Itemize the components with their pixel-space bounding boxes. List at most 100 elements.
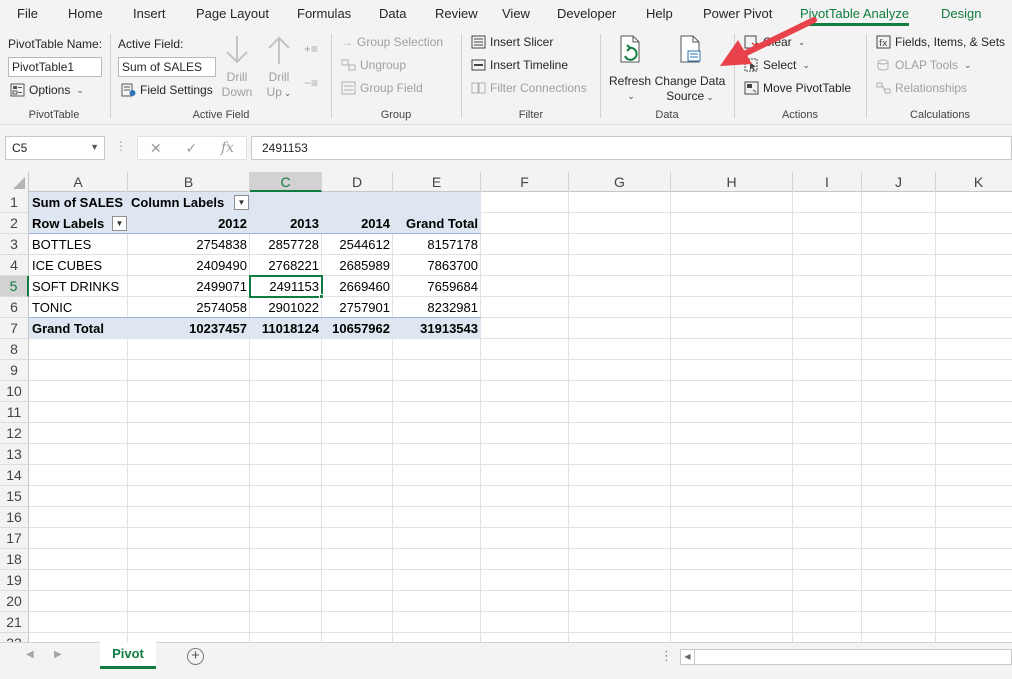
active-field-input[interactable]: Sum of SALES [118, 57, 216, 77]
row-header-11[interactable]: 11 [0, 402, 29, 423]
enter-icon[interactable]: ✓ [185, 140, 197, 157]
sheet-tab-pivot[interactable]: Pivot [100, 642, 156, 669]
pivot-value-cell[interactable]: 2754838 [128, 234, 250, 255]
row-header-19[interactable]: 19 [0, 570, 29, 591]
formula-input[interactable]: 2491153 [251, 136, 1012, 160]
next-sheet-icon[interactable]: ▶ [54, 649, 62, 660]
collapse-field-icon[interactable]: −≡ [304, 76, 318, 90]
row-header-15[interactable]: 15 [0, 486, 29, 507]
worksheet-grid[interactable]: ABCDEFGHIJK 1 2 3 4 5 6 7 8 9 10 11 12 13 14 15 16 17 18 1… [0, 172, 1012, 642]
relationships-button[interactable]: Relationships [876, 81, 967, 95]
group-field-button[interactable]: Group Field [341, 81, 423, 95]
pivot-grand-total-header[interactable]: Grand Total [393, 213, 481, 234]
pivot-row-label[interactable]: BOTTLES [29, 234, 128, 255]
chevron-down-icon[interactable]: ▼ [90, 142, 99, 152]
column-labels-filter-dropdown[interactable]: ▼ [234, 195, 249, 210]
field-settings-button[interactable]: Field Settings [121, 83, 213, 97]
insert-slicer-button[interactable]: Insert Slicer [471, 35, 553, 49]
pivot-value-cell[interactable]: 2768221 [250, 255, 322, 276]
row-header-18[interactable]: 18 [0, 549, 29, 570]
row-header-8[interactable]: 8 [0, 339, 29, 360]
pivot-row-total-cell[interactable]: 7863700 [393, 255, 481, 276]
pivot-row-total-cell[interactable]: 8232981 [393, 297, 481, 318]
pivot-row-label[interactable]: SOFT DRINKS [29, 276, 128, 297]
row-header-20[interactable]: 20 [0, 591, 29, 612]
select-button[interactable]: Select ⌄ [744, 58, 810, 72]
pivot-value-cell[interactable]: 2574058 [128, 297, 250, 318]
tab-splitter-icon[interactable]: ⋮ [660, 648, 673, 664]
row-header-7[interactable]: 7 [0, 318, 29, 339]
tab-formulas[interactable]: Formulas [297, 6, 351, 21]
pivot-value-cell[interactable]: 2544612 [322, 234, 393, 255]
vertical-dots-icon[interactable]: ⋮ [115, 139, 127, 153]
drill-up-button[interactable]: Drill Up ⌄ [262, 34, 296, 101]
column-header-i[interactable]: I [793, 172, 862, 192]
column-header-h[interactable]: H [671, 172, 793, 192]
row-header-12[interactable]: 12 [0, 423, 29, 444]
row-header-22[interactable]: 22 [0, 633, 29, 642]
column-header-a[interactable]: A [29, 172, 128, 192]
column-header-f[interactable]: F [481, 172, 569, 192]
column-header-k[interactable]: K [936, 172, 1012, 192]
row-header-2[interactable]: 2 [0, 213, 29, 234]
row-header-16[interactable]: 16 [0, 507, 29, 528]
change-data-source-button[interactable]: Change Data Source ⌄ [654, 34, 726, 105]
pivot-grand-total-cell[interactable]: 10237457 [128, 318, 250, 339]
expand-field-icon[interactable]: +≡ [304, 42, 318, 56]
row-header-14[interactable]: 14 [0, 465, 29, 486]
row-header-9[interactable]: 9 [0, 360, 29, 381]
cancel-icon[interactable]: ✕ [150, 140, 162, 157]
filter-connections-button[interactable]: Filter Connections [471, 81, 587, 95]
clear-button[interactable]: Clear ⌄ [744, 35, 805, 49]
add-sheet-icon[interactable]: + [187, 648, 204, 665]
group-selection-button[interactable]: → Group Selection [341, 35, 443, 49]
pivot-value-cell[interactable]: 2499071 [128, 276, 250, 297]
fill-handle[interactable] [319, 294, 324, 299]
row-header-17[interactable]: 17 [0, 528, 29, 549]
pivot-row-total-cell[interactable]: 8157178 [393, 234, 481, 255]
row-header-21[interactable]: 21 [0, 612, 29, 633]
column-header-e[interactable]: E [393, 172, 481, 192]
column-header-d[interactable]: D [322, 172, 393, 192]
pivot-value-cell[interactable]: 2857728 [250, 234, 322, 255]
pivot-grand-total-cell[interactable]: 11018124 [250, 318, 322, 339]
row-header-4[interactable]: 4 [0, 255, 29, 276]
row-header-3[interactable]: 3 [0, 234, 29, 255]
scroll-left-icon[interactable]: ◀ [681, 650, 695, 664]
tab-pivottable-analyze[interactable]: PivotTable Analyze [800, 6, 910, 26]
row-header-13[interactable]: 13 [0, 444, 29, 465]
pivot-row-label[interactable]: ICE CUBES [29, 255, 128, 276]
pivot-value-cell[interactable]: 2669460 [322, 276, 393, 297]
tab-design[interactable]: Design [941, 6, 981, 21]
tab-file[interactable]: File [17, 6, 38, 21]
horizontal-scrollbar[interactable]: ◀ [680, 649, 1012, 665]
refresh-button[interactable]: Refresh ⌄ [608, 34, 652, 104]
row-header-5[interactable]: 5 [0, 276, 29, 297]
select-all-corner[interactable] [0, 172, 29, 192]
pivot-grand-total-cell[interactable]: 10657962 [322, 318, 393, 339]
row-header-10[interactable]: 10 [0, 381, 29, 402]
pivot-year-header[interactable]: 2012 [128, 213, 250, 234]
name-box[interactable]: C5 ▼ [5, 136, 105, 160]
insert-timeline-button[interactable]: Insert Timeline [471, 58, 568, 72]
tab-insert[interactable]: Insert [133, 6, 166, 21]
drill-down-button[interactable]: Drill Down [220, 34, 254, 100]
tab-help[interactable]: Help [646, 6, 673, 21]
ungroup-button[interactable]: Ungroup [341, 58, 406, 72]
row-labels-filter-dropdown[interactable]: ▼ [112, 216, 127, 231]
pivot-row-label[interactable]: TONIC [29, 297, 128, 318]
pivottable-name-input[interactable]: PivotTable1 [8, 57, 102, 77]
move-pivottable-button[interactable]: Move PivotTable [744, 81, 851, 95]
insert-function-icon[interactable]: fx [221, 140, 234, 156]
tab-power-pivot[interactable]: Power Pivot [703, 6, 772, 21]
pivot-value-cell[interactable]: 2901022 [250, 297, 322, 318]
fields-items-sets-button[interactable]: fx Fields, Items, & Sets ⌄ [876, 35, 1012, 49]
column-header-j[interactable]: J [862, 172, 936, 192]
row-header-1[interactable]: 1 [0, 192, 29, 213]
row-header-6[interactable]: 6 [0, 297, 29, 318]
pivot-value-cell[interactable]: 2685989 [322, 255, 393, 276]
tab-home[interactable]: Home [68, 6, 103, 21]
options-button[interactable]: Options ⌄ [10, 83, 84, 97]
tab-page-layout[interactable]: Page Layout [196, 6, 269, 21]
pivot-value-cell[interactable]: 2757901 [322, 297, 393, 318]
